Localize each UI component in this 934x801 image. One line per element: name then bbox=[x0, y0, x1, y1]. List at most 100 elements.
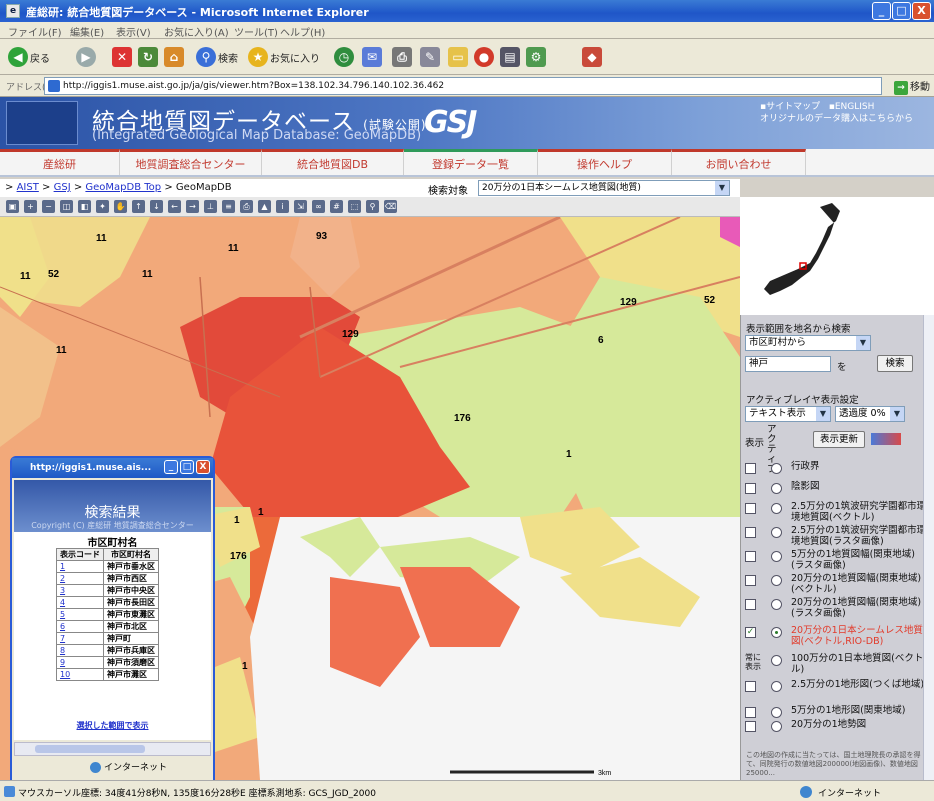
layer-radio[interactable] bbox=[771, 527, 782, 538]
nav-geomapdb[interactable]: 統合地質図DB bbox=[262, 149, 404, 175]
layer-checkbox[interactable] bbox=[745, 483, 756, 494]
print-map-icon[interactable]: ⎙ bbox=[240, 200, 253, 213]
code-link[interactable]: 9 bbox=[56, 656, 104, 669]
layer-radio[interactable] bbox=[771, 599, 782, 610]
breadcrumb-gsj[interactable]: GSJ bbox=[54, 182, 71, 193]
hand-icon[interactable]: ✋ bbox=[114, 200, 127, 213]
menu-help[interactable]: ヘルプ(H) bbox=[280, 24, 325, 39]
addon-button[interactable]: ◆ bbox=[582, 45, 602, 69]
refresh-button[interactable]: ↻ bbox=[138, 45, 158, 69]
layer-checkbox[interactable] bbox=[745, 721, 756, 732]
layer-radio[interactable] bbox=[771, 483, 782, 494]
layer-checkbox[interactable] bbox=[745, 707, 756, 718]
popup-maximize-button[interactable]: □ bbox=[180, 460, 194, 474]
nav-aist[interactable]: 産総研 bbox=[0, 149, 120, 175]
back-button[interactable]: ◀ 戻る bbox=[8, 45, 50, 69]
place-mode-select[interactable]: 市区町村から ▼ bbox=[745, 335, 871, 351]
place-search-button[interactable]: 検索 bbox=[877, 355, 913, 372]
layer-radio[interactable] bbox=[771, 707, 782, 718]
sitemap-link[interactable]: ▪サイトマップ bbox=[760, 102, 820, 112]
layer-row[interactable]: 2.5万分の1筑波研究学園都市環境地質図(ラスタ画像) bbox=[745, 525, 926, 549]
nav-data-list[interactable]: 登録データ一覧 bbox=[404, 149, 538, 175]
layer-radio[interactable] bbox=[771, 655, 782, 666]
refresh-display-button[interactable]: 表示更新 bbox=[813, 431, 865, 448]
panel-scrollbar[interactable] bbox=[923, 315, 934, 780]
layer-row[interactable]: 常に表示 100万分の1日本地質図(ベクトル) bbox=[745, 653, 925, 677]
code-link[interactable]: 7 bbox=[56, 632, 104, 645]
popup-minimize-button[interactable]: _ bbox=[164, 460, 178, 474]
home-button[interactable]: ⌂ bbox=[164, 45, 184, 69]
code-link[interactable]: 2 bbox=[56, 572, 104, 585]
search-target-select[interactable]: 20万分の1日本シームレス地質図(地質) ▼ bbox=[478, 180, 730, 196]
folder-button[interactable]: ▭ bbox=[448, 45, 468, 69]
place-query-input[interactable]: 神戸 bbox=[745, 356, 831, 372]
popup-hscrollbar[interactable] bbox=[14, 742, 211, 756]
layer-row[interactable]: 20万分の1地勢図 bbox=[745, 719, 925, 733]
layer-radio[interactable] bbox=[771, 503, 782, 514]
popup-close-button[interactable]: X bbox=[196, 460, 210, 474]
binoculars-icon[interactable]: ∞ bbox=[312, 200, 325, 213]
code-link[interactable]: 10 bbox=[56, 668, 104, 681]
pan-east-icon[interactable]: → bbox=[186, 200, 199, 213]
english-link[interactable]: ▪ENGLISH bbox=[829, 102, 875, 112]
layer-row[interactable]: 2.5万分の1地形図(つくば地域) bbox=[745, 679, 925, 703]
layer-row[interactable]: 5万分の1地質図幅(関東地域)(ラスタ画像) bbox=[745, 549, 925, 573]
stop-button[interactable]: ✕ bbox=[112, 45, 132, 69]
layer-checkbox[interactable] bbox=[745, 599, 756, 610]
history-button[interactable]: ◷ bbox=[334, 45, 354, 69]
minimize-button[interactable]: _ bbox=[872, 2, 891, 20]
layer-radio[interactable] bbox=[771, 681, 782, 692]
mail-button[interactable]: ✉ bbox=[362, 45, 382, 69]
pan-up-icon[interactable]: ↑ bbox=[132, 200, 145, 213]
code-link[interactable]: 5 bbox=[56, 608, 104, 621]
menu-favorites[interactable]: お気に入り(A) bbox=[164, 24, 229, 39]
go-button[interactable]: → 移動 bbox=[894, 78, 930, 95]
measure-icon[interactable]: ⊥ bbox=[204, 200, 217, 213]
research-button[interactable]: ▤ bbox=[500, 45, 520, 69]
code-link[interactable]: 8 bbox=[56, 644, 104, 657]
select-icon[interactable]: ⬚ bbox=[348, 200, 361, 213]
code-link[interactable]: 1 bbox=[56, 560, 104, 573]
grid-icon[interactable]: # bbox=[330, 200, 343, 213]
favorites-button[interactable]: ★ お気に入り bbox=[248, 45, 320, 69]
layer-checkbox[interactable] bbox=[745, 681, 756, 692]
full-extent-icon[interactable]: ▣ bbox=[6, 200, 19, 213]
maximize-button[interactable]: □ bbox=[892, 2, 911, 20]
forward-button[interactable]: ▶ bbox=[76, 45, 96, 69]
layer-checkbox[interactable] bbox=[745, 527, 756, 538]
layer-radio[interactable] bbox=[771, 551, 782, 562]
pan-down-icon[interactable]: ↓ bbox=[150, 200, 163, 213]
nav-help[interactable]: 操作ヘルプ bbox=[538, 149, 672, 175]
breadcrumb-top[interactable]: GeoMapDB Top bbox=[85, 182, 161, 193]
layer-radio[interactable] bbox=[771, 463, 782, 474]
layer-row[interactable]: 20万分の1地質図幅(関東地域)(ラスタ画像) bbox=[745, 597, 925, 621]
code-link[interactable]: 3 bbox=[56, 584, 104, 597]
text-mode-select[interactable]: テキスト表示 ▼ bbox=[745, 406, 831, 422]
info-icon[interactable]: i bbox=[276, 200, 289, 213]
address-input[interactable]: http://iggis1.muse.aist.go.jp/ja/gis/vie… bbox=[44, 77, 882, 95]
messenger-button[interactable]: ● bbox=[474, 45, 494, 69]
overview-map[interactable] bbox=[740, 197, 934, 315]
show-selected-link[interactable]: 選択した範囲で表示 bbox=[14, 720, 211, 731]
layer-checkbox[interactable] bbox=[745, 575, 756, 586]
zoom-prev-icon[interactable]: ◧ bbox=[78, 200, 91, 213]
code-link[interactable]: 4 bbox=[56, 596, 104, 609]
zoom-box-icon[interactable]: ◫ bbox=[60, 200, 73, 213]
lens-icon[interactable]: ⚲ bbox=[366, 200, 379, 213]
layer-checkbox[interactable] bbox=[745, 503, 756, 514]
code-link[interactable]: 6 bbox=[56, 620, 104, 633]
menu-view[interactable]: 表示(V) bbox=[116, 24, 151, 39]
zoom-in-icon[interactable]: + bbox=[24, 200, 37, 213]
layer-row[interactable]: 行政界 bbox=[745, 461, 925, 479]
layer-radio[interactable] bbox=[771, 627, 782, 638]
terrain-icon[interactable]: ▲ bbox=[258, 200, 271, 213]
menu-tools[interactable]: ツール(T) bbox=[234, 24, 278, 39]
nav-gsj[interactable]: 地質調査総合センター bbox=[120, 149, 262, 175]
layer-checkbox[interactable]: ✓ bbox=[745, 627, 756, 638]
layer-radio[interactable] bbox=[771, 575, 782, 586]
menu-edit[interactable]: 編集(E) bbox=[70, 24, 104, 39]
layer-row[interactable]: 陰影図 bbox=[745, 481, 925, 499]
print-button[interactable]: ⎙ bbox=[392, 45, 412, 69]
layer-checkbox[interactable] bbox=[745, 463, 756, 474]
pan-west-icon[interactable]: ← bbox=[168, 200, 181, 213]
